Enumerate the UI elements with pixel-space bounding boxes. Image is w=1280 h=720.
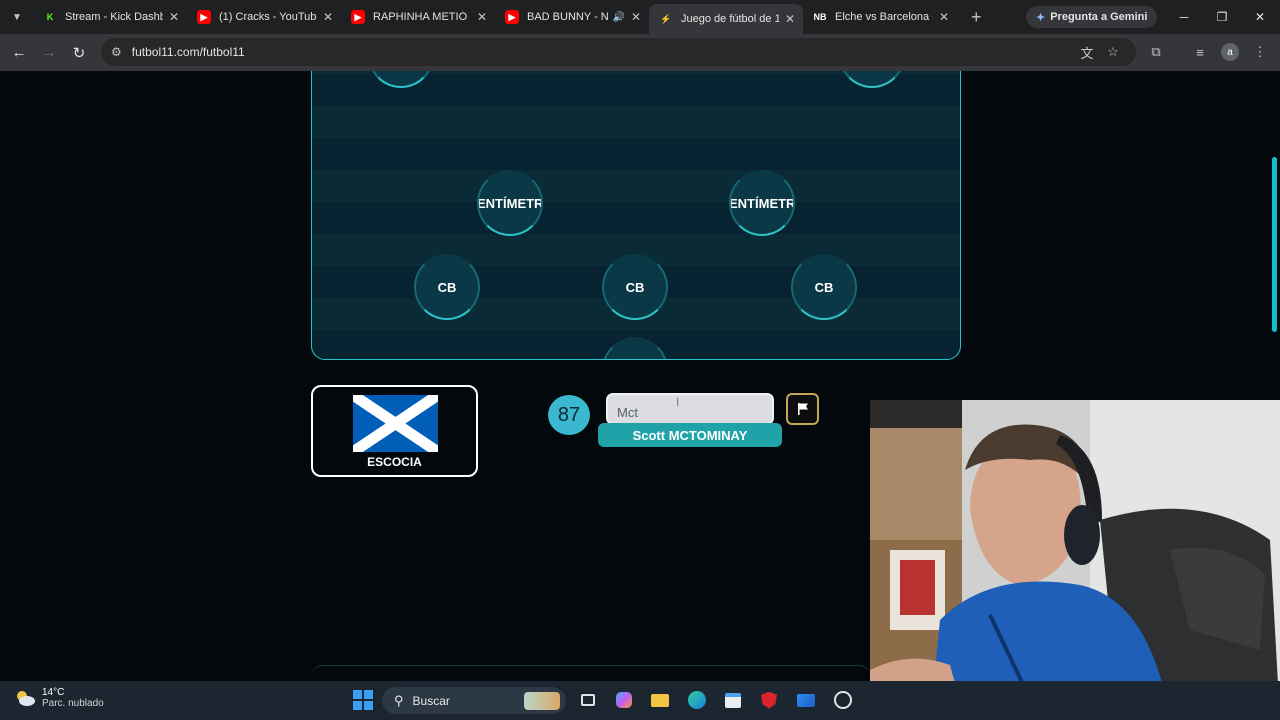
weather-temperature: 14°C <box>42 687 65 698</box>
task-view-icon[interactable] <box>576 688 600 712</box>
browser-tab[interactable]: ▶ BAD BUNNY - N 🔊 ✕ <box>495 0 649 34</box>
pitch-position-cb[interactable]: CB <box>602 254 668 320</box>
edge-browser-icon[interactable] <box>685 688 709 712</box>
profile-avatar[interactable]: a <box>1217 39 1243 65</box>
security-app-icon[interactable] <box>757 688 781 712</box>
browser-tab[interactable]: NB Elche vs Barcelona - ✕ <box>803 0 957 34</box>
taskbar-search-box[interactable]: ⚲ Buscar <box>382 687 566 714</box>
weather-widget[interactable]: 14°C Parc. nublado <box>14 687 104 709</box>
text-cursor-icon: I <box>676 395 680 409</box>
forward-button[interactable]: → <box>34 38 64 68</box>
new-tab-button[interactable]: + <box>971 7 982 28</box>
tab-title: Juego de fútbol de 1 <box>681 13 779 25</box>
url-text: futbol11.com/futbol11 <box>131 45 245 59</box>
translate-icon[interactable]: 文 <box>1074 39 1100 65</box>
extensions-icon[interactable]: ⧉ <box>1143 39 1169 65</box>
minimize-button[interactable]: ─ <box>1165 0 1203 34</box>
bookmark-star-icon[interactable]: ☆ <box>1100 39 1126 65</box>
file-explorer-icon[interactable] <box>648 688 672 712</box>
profile-initial: a <box>1221 43 1239 61</box>
pitch-position-midfielder[interactable]: ENTÍMETR <box>477 170 543 236</box>
close-window-button[interactable]: ✕ <box>1241 0 1279 34</box>
taskbar-search-label: Buscar <box>412 693 450 708</box>
position-label: ENTÍMETR <box>477 195 543 211</box>
copilot-icon[interactable] <box>612 688 636 712</box>
football-pitch: ENTÍMETR ENTÍMETR CB CB CB GK <box>311 71 961 360</box>
tab-favicon-icon: ▶ <box>351 10 365 24</box>
tab-close-icon[interactable]: ✕ <box>477 10 487 24</box>
tab-title: BAD BUNNY - N <box>527 11 609 23</box>
next-section-edge <box>311 665 871 681</box>
position-label: ENTÍMETR <box>729 195 795 211</box>
browser-tab-active[interactable]: ⚡ Juego de fútbol de 1 ✕ <box>649 4 803 34</box>
tab-close-icon[interactable]: ✕ <box>785 12 795 26</box>
pitch-position-gk[interactable]: GK <box>602 337 668 359</box>
position-label: CB <box>625 279 645 295</box>
tab-title: (1) Cracks - YouTube <box>219 11 317 23</box>
tab-title: Elche vs Barcelona - <box>835 11 933 23</box>
search-highlight-icon <box>524 691 560 710</box>
tab-title: RAPHINHA METIÓ D <box>373 11 471 23</box>
gemini-button[interactable]: ✦ Pregunta a Gemini <box>1026 6 1158 28</box>
chrome-taskbar-icon[interactable] <box>831 688 855 712</box>
store-icon[interactable] <box>721 688 745 712</box>
tab-favicon-icon: ▶ <box>505 10 519 24</box>
pitch-position-partial[interactable] <box>368 71 434 88</box>
reload-button[interactable]: ↻ <box>64 38 94 68</box>
tab-favicon-icon: ⚡ <box>660 13 672 24</box>
windows-taskbar: 14°C Parc. nublado ⚲ Buscar <box>0 681 1280 720</box>
browser-menu-icon[interactable]: ⋮ <box>1247 39 1273 65</box>
streamer-webcam-overlay <box>870 400 1280 720</box>
tab-close-icon[interactable]: ✕ <box>939 10 949 24</box>
windows-start-icon[interactable] <box>351 688 375 712</box>
pitch-position-partial[interactable] <box>839 71 905 88</box>
gemini-label: Pregunta a Gemini <box>1050 11 1148 23</box>
position-label: CB <box>814 279 834 295</box>
search-icon: ⚲ <box>394 692 404 708</box>
country-clue-card: ESCOCIA <box>311 385 478 477</box>
tab-favicon-icon: K <box>46 12 54 22</box>
scotland-flag <box>353 395 438 452</box>
report-flag-button[interactable] <box>786 393 819 425</box>
browser-tab[interactable]: ▶ RAPHINHA METIÓ D ✕ <box>341 0 495 34</box>
back-button[interactable]: ← <box>4 38 34 68</box>
address-bar[interactable]: ⚙ futbol11.com/futbol11 <box>101 38 1136 66</box>
tab-audio-icon[interactable]: 🔊 <box>612 12 624 23</box>
mail-icon[interactable] <box>794 688 818 712</box>
pitch-position-cb[interactable]: CB <box>791 254 857 320</box>
position-label: CB <box>437 279 457 295</box>
tab-favicon-icon: ▶ <box>197 10 211 24</box>
weather-description: Parc. nublado <box>42 698 104 709</box>
site-info-icon[interactable]: ⚙ <box>111 45 122 59</box>
tab-favicon-icon: NB <box>813 12 827 22</box>
media-controls-icon[interactable]: ≡ <box>1187 39 1213 65</box>
browser-tab[interactable]: ▶ (1) Cracks - YouTube ✕ <box>187 0 341 34</box>
country-name: ESCOCIA <box>367 455 422 469</box>
pitch-position-cb[interactable]: CB <box>414 254 480 320</box>
page-scrollbar-thumb[interactable] <box>1272 157 1277 332</box>
tab-close-icon[interactable]: ✕ <box>169 10 179 24</box>
browser-tab[interactable]: K Stream - Kick Dashbo ✕ <box>33 0 187 34</box>
player-search-input[interactable] <box>606 393 774 425</box>
cloud-sun-icon <box>17 691 35 706</box>
tab-search-button[interactable]: ▼ <box>5 5 29 29</box>
tab-close-icon[interactable]: ✕ <box>323 10 333 24</box>
player-suggestion-item[interactable]: Scott MCTOMINAY <box>598 423 782 447</box>
tab-close-icon[interactable]: ✕ <box>631 10 641 24</box>
tab-title: Stream - Kick Dashbo <box>65 11 163 23</box>
restore-button[interactable]: ❐ <box>1203 0 1241 34</box>
pitch-position-midfielder[interactable]: ENTÍMETR <box>729 170 795 236</box>
gemini-icon: ✦ <box>1036 11 1046 24</box>
flag-icon <box>797 403 808 415</box>
browser-toolbar: ← → ↻ ⚙ futbol11.com/futbol11 文 ☆ ⧉ ≡ a … <box>0 34 1280 71</box>
player-rating-badge: 87 <box>548 395 590 435</box>
